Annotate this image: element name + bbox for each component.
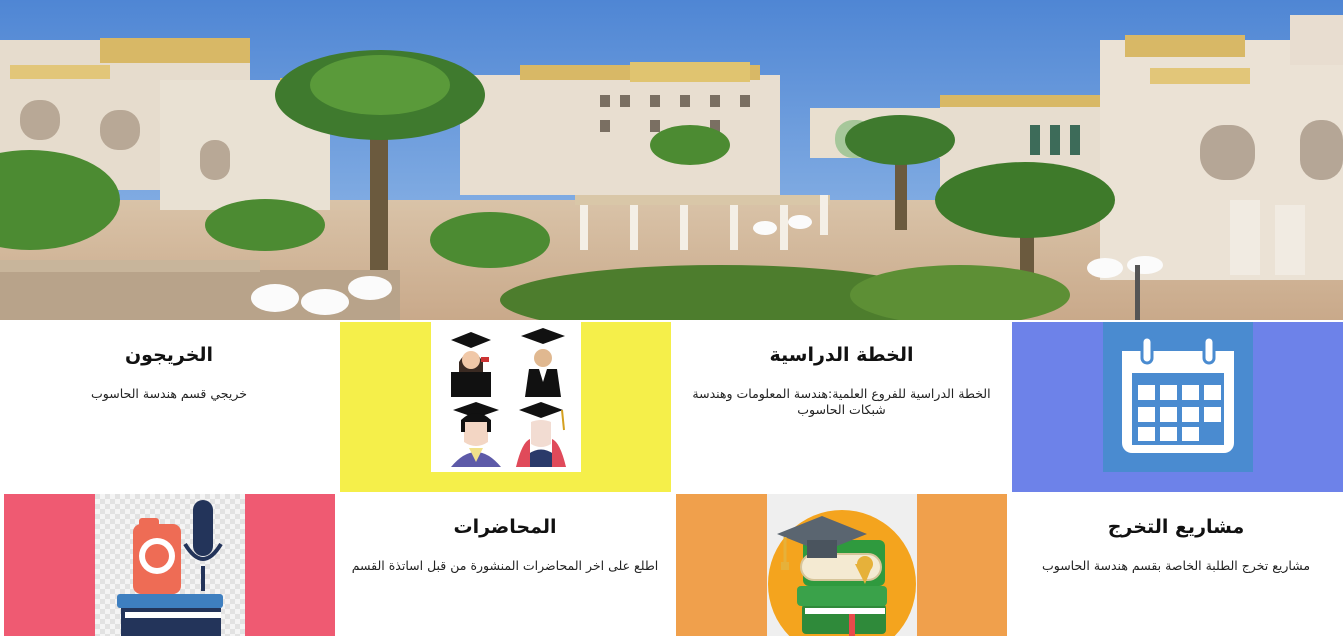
campus-photo bbox=[0, 0, 1343, 320]
card-description: اطلع على اخر المحاضرات المنشورة من قبل ا… bbox=[351, 558, 659, 573]
card-description: مشاريع تخرج الطلبة الخاصة بقسم هندسة الح… bbox=[1041, 558, 1311, 573]
graduates-tile[interactable] bbox=[340, 322, 671, 492]
graduates-icon bbox=[430, 322, 581, 472]
card-graduates[interactable]: الخريجون خريجي قسم هندسة الحاسوب bbox=[0, 322, 338, 492]
card-title[interactable]: الخطة الدراسية bbox=[673, 344, 1010, 366]
services-grid: الخريجون خريجي قسم هندسة الحاسوب الخطة ا… bbox=[0, 322, 1343, 636]
card-study-plan[interactable]: الخطة الدراسية الخطة الدراسية للفروع الع… bbox=[673, 322, 1010, 492]
lectures-tile[interactable] bbox=[4, 494, 335, 636]
card-graduation-projects[interactable]: مشاريع التخرج مشاريع تخرج الطلبة الخاصة … bbox=[1009, 494, 1343, 636]
media-books-icon bbox=[94, 494, 245, 636]
card-title[interactable]: مشاريع التخرج bbox=[1009, 516, 1343, 538]
card-lectures[interactable]: المحاضرات اطلع على اخر المحاضرات المنشور… bbox=[337, 494, 673, 636]
graduation-cap-books-icon bbox=[766, 494, 917, 636]
card-title[interactable]: الخريجون bbox=[0, 344, 338, 366]
calendar-icon bbox=[1102, 322, 1253, 472]
card-description: الخطة الدراسية للفروع العلمية:هندسة المع… bbox=[692, 386, 991, 417]
hero-banner bbox=[0, 0, 1343, 320]
projects-tile[interactable] bbox=[676, 494, 1007, 636]
study-plan-tile[interactable] bbox=[1012, 322, 1343, 492]
card-title[interactable]: المحاضرات bbox=[337, 516, 673, 538]
card-description: خريجي قسم هندسة الحاسوب bbox=[91, 386, 247, 401]
